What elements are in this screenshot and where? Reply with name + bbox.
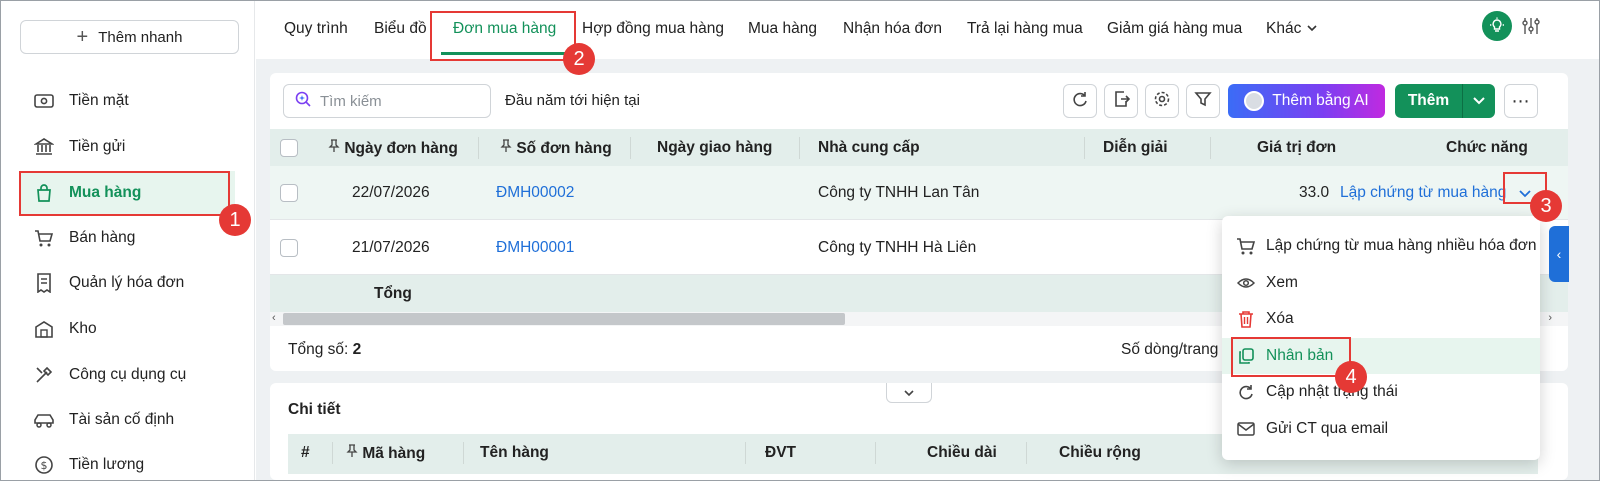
- window-frame: [0, 0, 1600, 481]
